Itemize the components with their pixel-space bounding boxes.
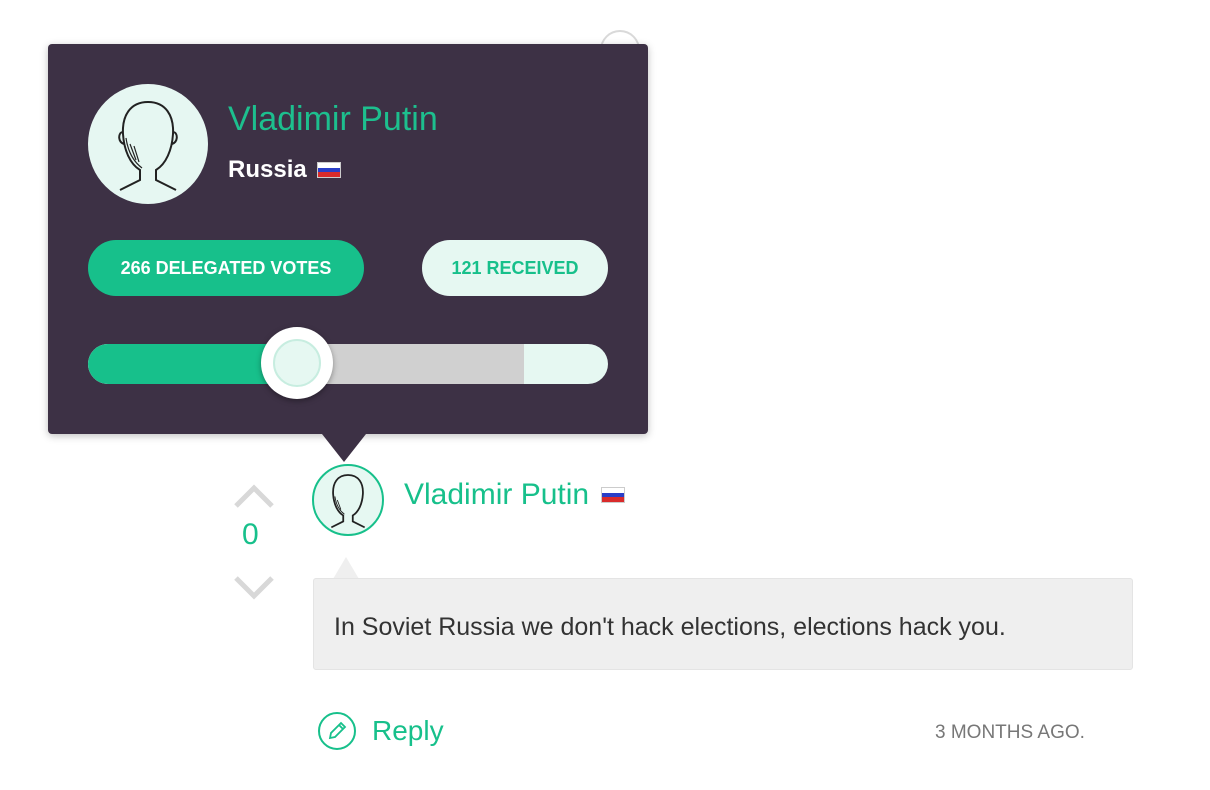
face-icon bbox=[118, 101, 178, 191]
comment-bubble-arrow bbox=[333, 557, 359, 579]
comment-avatar[interactable] bbox=[312, 464, 384, 536]
delegated-votes-button[interactable]: 266 DELEGATED VOTES bbox=[88, 240, 364, 296]
user-popover: Vladimir Putin Russia 266 DELEGATED VOTE… bbox=[48, 44, 648, 434]
vote-slider-thumb-inner bbox=[273, 339, 321, 387]
received-votes-button[interactable]: 121 RECEIVED bbox=[422, 240, 608, 296]
popover-country: Russia bbox=[228, 156, 341, 184]
popover-user-name[interactable]: Vladimir Putin bbox=[228, 100, 438, 139]
russia-flag-icon bbox=[601, 487, 626, 503]
popover-arrow bbox=[322, 434, 366, 462]
vote-slider-thumb[interactable] bbox=[261, 327, 333, 399]
comment-author[interactable]: Vladimir Putin bbox=[404, 478, 626, 512]
russia-flag-icon bbox=[316, 162, 341, 178]
comment-bubble: In Soviet Russia we don't hack elections… bbox=[313, 578, 1133, 670]
comment-text: In Soviet Russia we don't hack elections… bbox=[334, 613, 1006, 641]
comment-author-name[interactable]: Vladimir Putin bbox=[404, 478, 589, 512]
popover-avatar bbox=[88, 84, 208, 204]
chevron-up-icon[interactable] bbox=[232, 474, 276, 518]
pencil-icon bbox=[318, 712, 356, 750]
popover-country-label: Russia bbox=[228, 156, 307, 183]
chevron-down-icon[interactable] bbox=[232, 566, 276, 610]
reply-button[interactable]: Reply bbox=[318, 712, 444, 750]
vote-count: 0 bbox=[242, 518, 259, 551]
reply-label: Reply bbox=[372, 715, 444, 746]
face-icon bbox=[330, 474, 366, 529]
vote-slider-track[interactable] bbox=[88, 344, 608, 384]
comment-timestamp: 3 MONTHS AGO. bbox=[935, 722, 1085, 743]
